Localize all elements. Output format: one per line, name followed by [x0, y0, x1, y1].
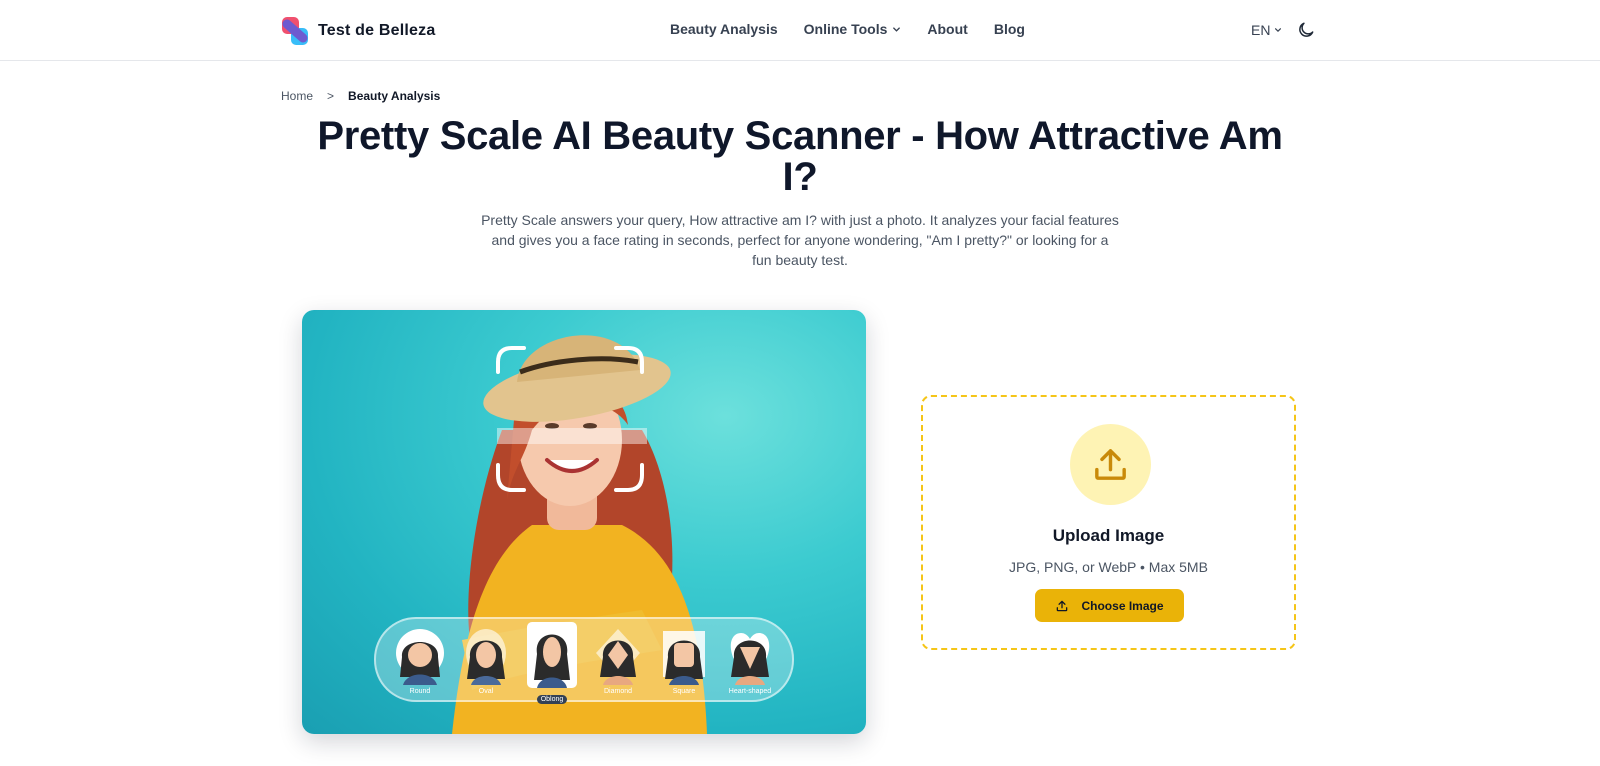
page-title: Pretty Scale AI Beauty Scanner - How Att…: [317, 114, 1283, 199]
brand-name: Test de Belleza: [318, 22, 436, 39]
face-shape-avatar: [461, 627, 511, 685]
logo-icon: [281, 16, 310, 46]
nav-about[interactable]: About: [927, 21, 967, 37]
face-shape-label: Heart-shaped: [728, 688, 772, 695]
face-shape-avatar: [725, 627, 775, 685]
face-shape-label: Oval: [478, 688, 494, 695]
moon-icon: [1299, 22, 1314, 37]
face-shape-item-oblong[interactable]: Oblong: [526, 622, 578, 704]
face-shape-item-round[interactable]: Round: [394, 627, 446, 701]
upload-icon: [1095, 449, 1126, 480]
face-shape-avatar: [593, 627, 643, 685]
theme-toggle-button[interactable]: [1296, 20, 1316, 40]
upload-icon: [1057, 600, 1068, 611]
choose-image-button[interactable]: Choose Image: [1035, 589, 1184, 622]
face-shape-avatar: [395, 627, 445, 685]
face-shape-label: Square: [672, 688, 696, 695]
face-shape-label: Diamond: [603, 688, 632, 695]
breadcrumb: Home > Beauty Analysis: [281, 89, 440, 103]
upload-title: Upload Image: [1052, 526, 1165, 545]
nav-label: Beauty Analysis: [670, 21, 778, 37]
brand-logo[interactable]: Test de Belleza: [281, 16, 435, 46]
nav-beauty-analysis[interactable]: Beauty Analysis: [670, 21, 778, 37]
site-header: Test de Belleza Beauty Analysis Online T…: [0, 0, 1600, 61]
face-shape-label: Round: [409, 688, 431, 695]
nav-label: About: [927, 21, 968, 37]
face-shape-item-oval[interactable]: Oval: [460, 627, 512, 701]
nav-label: Blog: [993, 21, 1025, 37]
main-nav: Beauty Analysis Online Tools About Blog: [670, 21, 1025, 37]
upload-icon-badge: [1070, 424, 1151, 505]
page-subtitle: Pretty Scale answers your query, How att…: [481, 212, 1119, 268]
face-shape-avatar: [659, 627, 709, 685]
hero-image: Round Oval Oblong Diamond Square Heart-s…: [302, 310, 866, 734]
breadcrumb-home[interactable]: Home: [281, 89, 313, 103]
face-shape-item-square[interactable]: Square: [658, 627, 710, 701]
chevron-down-icon: [1275, 28, 1282, 33]
breadcrumb-separator: >: [327, 89, 335, 103]
face-shape-label: Oblong: [536, 695, 568, 704]
language-label: EN: [1251, 22, 1271, 38]
nav-online-tools[interactable]: Online Tools: [804, 21, 902, 37]
upload-dropzone[interactable]: Upload Image JPG, PNG, or WebP • Max 5MB…: [921, 395, 1296, 650]
choose-image-label: Choose Image: [1081, 598, 1164, 613]
breadcrumb-current: Beauty Analysis: [348, 89, 441, 103]
chevron-down-icon: [893, 26, 901, 32]
upload-formats-hint: JPG, PNG, or WebP • Max 5MB: [1009, 559, 1208, 575]
language-selector[interactable]: EN: [1251, 22, 1282, 38]
nav-blog[interactable]: Blog: [994, 21, 1025, 37]
face-shape-item-diamond[interactable]: Diamond: [592, 627, 644, 701]
face-shape-item-heart-shaped[interactable]: Heart-shaped: [724, 627, 776, 701]
nav-label: Online Tools: [803, 21, 888, 37]
face-shape-avatar: [527, 622, 577, 688]
face-shape-strip: Round Oval Oblong Diamond Square Heart-s…: [374, 617, 794, 704]
